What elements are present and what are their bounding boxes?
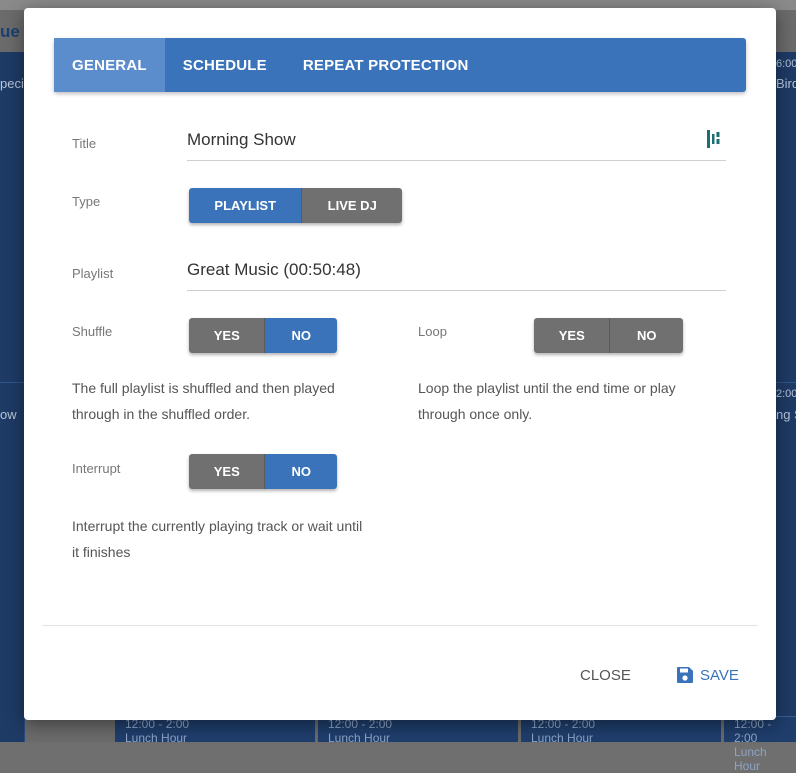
footer-divider	[42, 625, 758, 626]
interrupt-help-text: Interrupt the currently playing track or…	[72, 513, 362, 565]
tab-schedule[interactable]: SCHEDULE	[165, 38, 285, 92]
background-cell-text: ow	[0, 407, 17, 422]
save-label: SAVE	[700, 666, 739, 684]
title-underline	[187, 160, 726, 161]
loop-yes-button[interactable]: YES	[534, 318, 610, 353]
playlist-label: Playlist	[72, 266, 114, 281]
shuffle-help-line: The full playlist is shuffled and then p…	[72, 380, 335, 396]
title-label: Title	[72, 136, 97, 151]
type-live-dj-button[interactable]: LIVE DJ	[301, 188, 402, 223]
loop-label: Loop	[418, 324, 447, 339]
interrupt-help-line: it finishes	[72, 544, 131, 560]
background-cell-text: Bird	[776, 76, 796, 91]
background-event-name: Lunch Hour	[531, 731, 594, 745]
interrupt-label: Interrupt	[72, 461, 121, 476]
shuffle-toggle: YES NO	[189, 318, 337, 353]
close-button[interactable]: CLOSE	[580, 661, 631, 689]
shuffle-help-line: through in the shuffled order.	[72, 406, 250, 422]
type-toggle: PLAYLIST LIVE DJ	[189, 188, 402, 223]
interrupt-no-button[interactable]: NO	[264, 454, 337, 489]
background-cell-text: ng S	[776, 407, 796, 422]
interrupt-toggle: YES NO	[189, 454, 337, 489]
tab-bar: GENERAL SCHEDULE REPEAT PROTECTION	[54, 38, 746, 92]
type-playlist-button[interactable]: PLAYLIST	[189, 188, 302, 223]
background-cell-text: peci	[0, 76, 24, 91]
background-cell-text: 2:00	[776, 388, 796, 400]
shuffle-yes-button[interactable]: YES	[189, 318, 265, 353]
loop-help-text: Loop the playlist until the end time or …	[418, 375, 676, 427]
brand-icon[interactable]	[707, 130, 721, 148]
save-icon	[677, 667, 693, 683]
type-label: Type	[72, 194, 101, 209]
interrupt-help-line: Interrupt the currently playing track or…	[72, 518, 363, 534]
shuffle-label: Shuffle	[72, 324, 113, 339]
save-button[interactable]: SAVE	[676, 661, 739, 689]
shuffle-no-button[interactable]: NO	[264, 318, 337, 353]
background-event-name: Lunch Hour	[328, 731, 391, 745]
background-column	[0, 52, 25, 742]
tab-general[interactable]: GENERAL	[54, 38, 165, 92]
shuffle-help-text: The full playlist is shuffled and then p…	[72, 375, 335, 427]
interrupt-yes-button[interactable]: YES	[189, 454, 265, 489]
loop-help-line: Loop the playlist until the end time or …	[418, 380, 676, 396]
loop-no-button[interactable]: NO	[609, 318, 683, 353]
background-cell-text: 6:00	[776, 58, 796, 70]
event-edit-dialog: GENERAL SCHEDULE REPEAT PROTECTION Title…	[24, 8, 776, 720]
title-input[interactable]: Morning Show	[187, 130, 687, 154]
background-event-time: 12:00 - 2:00	[734, 717, 772, 745]
tab-repeat-protection[interactable]: REPEAT PROTECTION	[285, 38, 487, 92]
loop-toggle: YES NO	[534, 318, 683, 353]
background-event-name: Lunch Hour	[125, 731, 188, 745]
background-event-name: Lunch Hour	[734, 745, 767, 773]
playlist-underline	[187, 290, 726, 291]
playlist-select[interactable]: Great Music (00:50:48)	[187, 260, 726, 284]
loop-help-line: through once only.	[418, 406, 533, 422]
